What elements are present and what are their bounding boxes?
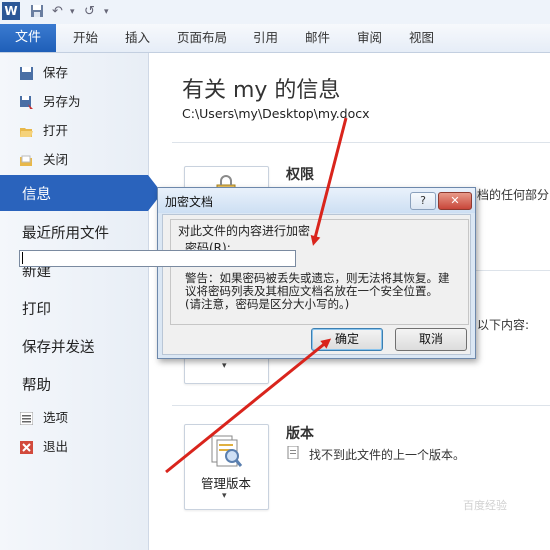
arrow-to-password [310,117,348,246]
watermark: 百度经验 [463,499,507,512]
arrow-to-ok [165,338,332,474]
annotation-arrows [165,117,348,474]
